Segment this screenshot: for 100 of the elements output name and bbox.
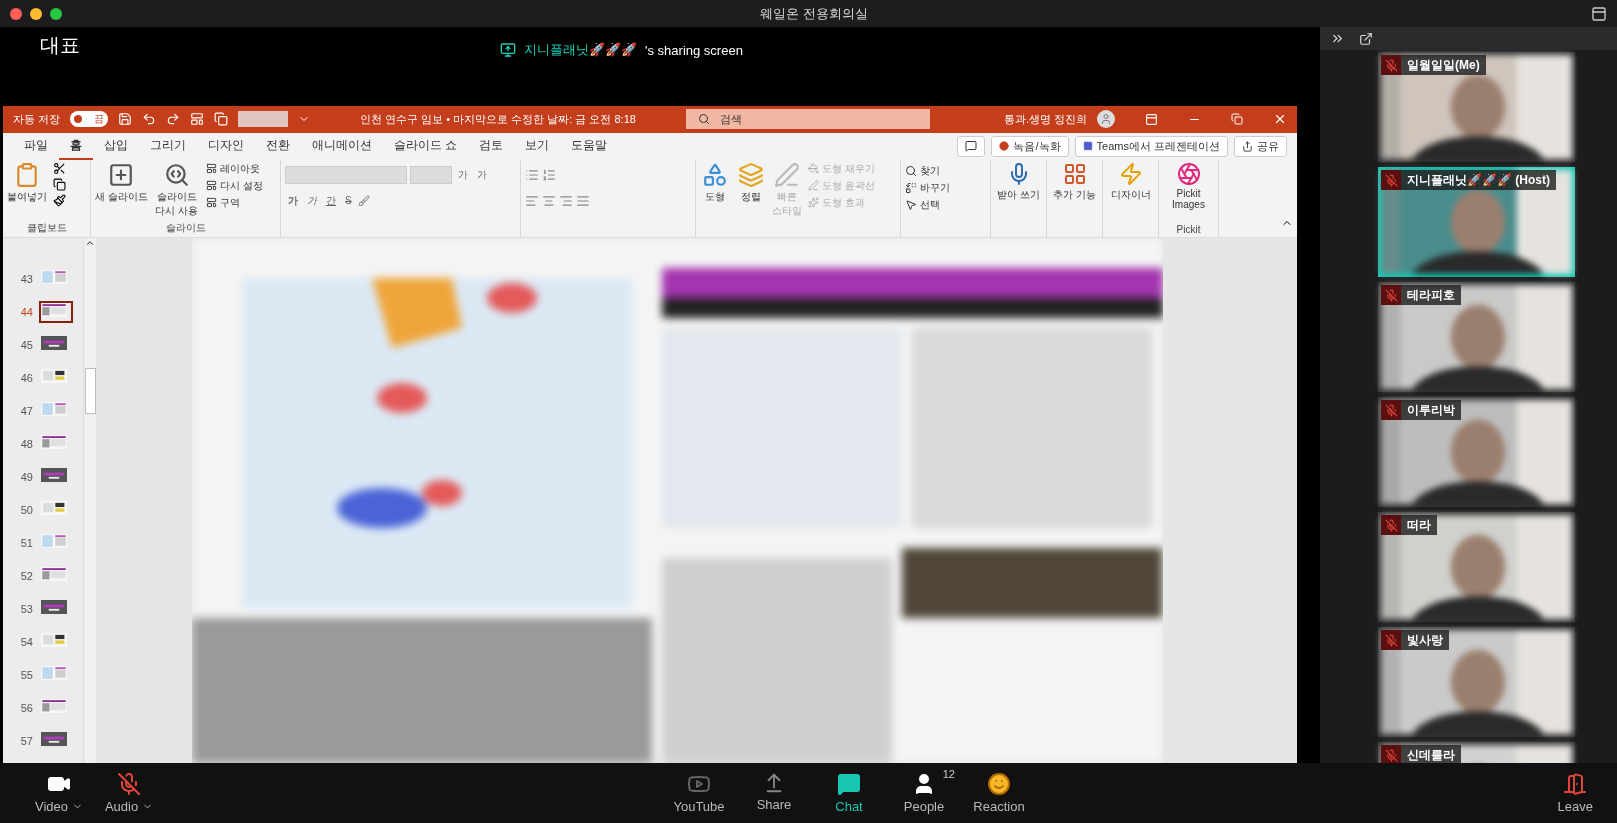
size-field[interactable] <box>410 165 452 184</box>
audio-button[interactable]: Audio <box>94 772 164 814</box>
slide-thumbnail[interactable]: 48 <box>3 427 83 460</box>
ribbon-button[interactable]: 선택 <box>905 197 986 212</box>
record-button[interactable]: 녹음/녹화 <box>991 135 1069 157</box>
undo-icon[interactable] <box>142 112 157 127</box>
scroll-thumb[interactable] <box>84 368 96 414</box>
search-field[interactable]: 검색 <box>685 109 930 130</box>
participant-name: 신데룰라 <box>1406 746 1456 763</box>
layout-icon[interactable] <box>190 112 205 127</box>
ribbon-tab[interactable]: 도움말 <box>560 132 619 160</box>
ribbon-tab[interactable]: 보기 <box>514 132 561 160</box>
ribbon-tab[interactable]: 디자인 <box>197 132 255 160</box>
font-size-button[interactable]: 가 <box>455 167 471 182</box>
restore-icon[interactable] <box>1231 113 1243 126</box>
scrollbar[interactable] <box>83 238 96 763</box>
ribbon-tab[interactable]: 애니메이션 <box>301 132 383 160</box>
redo-icon[interactable] <box>166 112 181 127</box>
align-left-icon[interactable] <box>525 193 539 208</box>
paste-button[interactable]: 붙여넣기 <box>7 161 47 204</box>
ribbon-button[interactable]: 구역 <box>205 195 263 210</box>
ribbon-tab[interactable]: 슬라이드 쇼 <box>383 132 469 160</box>
minimize-button[interactable] <box>30 7 42 20</box>
slide-thumbnail[interactable]: 55 <box>3 658 83 691</box>
slide-thumbnail[interactable]: 57 <box>3 724 83 757</box>
bullets-icon[interactable] <box>525 167 539 182</box>
door-icon <box>1563 772 1588 796</box>
justify-icon[interactable] <box>576 193 590 208</box>
slide-thumbnail[interactable]: 44 <box>3 295 83 328</box>
ribbon-button[interactable]: 디자이너 <box>1107 161 1154 202</box>
highlight-icon[interactable] <box>357 194 370 207</box>
slide-thumbnail[interactable]: 46 <box>3 361 83 394</box>
scroll-up-icon[interactable] <box>85 238 95 248</box>
leave-button[interactable]: Leave <box>1557 772 1593 814</box>
lightning-icon <box>1118 161 1143 186</box>
brush-icon[interactable] <box>53 193 66 207</box>
teams-button[interactable]: Teams에서 프레젠테이션 <box>1074 135 1228 157</box>
ribbon-tab[interactable]: 그리기 <box>139 132 197 160</box>
slide-thumbnail[interactable]: 56 <box>3 691 83 724</box>
slide-thumbnail[interactable]: 43 <box>3 262 83 295</box>
slide-number: 56 <box>19 701 33 714</box>
font-style-button[interactable]: 간 <box>323 193 339 208</box>
font-style-button[interactable]: 가 <box>285 193 301 208</box>
slide-thumbnail[interactable]: 52 <box>3 559 83 592</box>
participant-name: 이루리박 <box>1406 401 1456 419</box>
chat-button[interactable]: Chat <box>814 772 884 814</box>
copy-icon[interactable] <box>53 177 66 191</box>
person-icon <box>1100 113 1112 126</box>
video-button[interactable]: Video <box>24 772 94 814</box>
layout-icon[interactable] <box>1591 5 1607 22</box>
autosave-toggle[interactable]: 끔 <box>70 111 109 128</box>
slide-thumbnail[interactable]: 51 <box>3 526 83 559</box>
numbering-icon[interactable] <box>542 167 556 182</box>
share-button[interactable]: Share <box>739 772 809 814</box>
ribbon-button[interactable]: Pickit Images <box>1163 161 1214 210</box>
font-style-button[interactable]: S <box>342 195 355 207</box>
ribbon-button[interactable]: 받아 쓰기 <box>995 161 1042 202</box>
align-right-icon[interactable] <box>559 193 573 208</box>
youtube-button[interactable]: YouTube <box>664 772 734 814</box>
ribbon-button[interactable]: 레이아웃 <box>205 161 263 176</box>
reuse-slides-button[interactable]: 슬라이드 다시 사용 <box>153 161 200 218</box>
drawing-button[interactable]: 도형 <box>700 161 730 204</box>
ribbon-button[interactable]: 추가 기능 <box>1051 161 1098 202</box>
comment-button[interactable] <box>957 135 986 157</box>
pop-out-icon[interactable] <box>1359 31 1373 46</box>
ribbon-tab[interactable]: 검토 <box>468 132 515 160</box>
zoom-button[interactable] <box>50 7 62 20</box>
reaction-button[interactable]: Reaction <box>964 772 1034 814</box>
participant-name: 일월일일(Me) <box>1406 56 1481 74</box>
share-icon <box>1242 140 1253 152</box>
slide-thumbnail[interactable]: 50 <box>3 493 83 526</box>
replace-icon <box>905 181 917 194</box>
font-size-field[interactable] <box>238 111 289 128</box>
avatar-icon[interactable] <box>1097 110 1115 129</box>
font-style-button[interactable]: 가 <box>304 193 320 208</box>
font-field[interactable] <box>285 165 407 184</box>
slide-number: 43 <box>19 272 33 285</box>
ribbon-button[interactable]: 바꾸기 <box>905 180 986 195</box>
ribbon-tab[interactable]: 전환 <box>255 132 301 160</box>
ribbon-tab[interactable]: 삽입 <box>93 132 139 160</box>
slide-thumbnail[interactable]: 49 <box>3 460 83 493</box>
drawing-button[interactable]: 정렬 <box>736 161 766 204</box>
slide-thumbnail[interactable]: 45 <box>3 328 83 361</box>
slide-thumbnail[interactable]: 54 <box>3 625 83 658</box>
share-button[interactable]: 공유 <box>1234 135 1287 157</box>
slide-thumbnail[interactable]: 47 <box>3 394 83 427</box>
participant-name: 테라피호 <box>1406 286 1456 304</box>
save-icon[interactable] <box>118 112 133 127</box>
new-slide-button[interactable]: 새 슬라이드 <box>95 161 148 204</box>
font-size-button[interactable]: 가 <box>474 167 490 182</box>
slide-thumbnail[interactable]: 53 <box>3 592 83 625</box>
close-button[interactable] <box>10 7 22 20</box>
ribbon-display-icon[interactable] <box>1145 112 1158 126</box>
sharer-name: 지니플래닛🚀🚀🚀 <box>524 41 637 59</box>
ribbon-button[interactable]: 다시 설정 <box>205 178 263 193</box>
align-center-icon[interactable] <box>542 193 556 208</box>
aperture-icon <box>1176 161 1201 186</box>
ribbon-tab[interactable]: 파일 <box>13 132 59 160</box>
ribbon-button[interactable]: 찾기 <box>905 163 986 178</box>
scissors-icon[interactable] <box>53 161 66 175</box>
